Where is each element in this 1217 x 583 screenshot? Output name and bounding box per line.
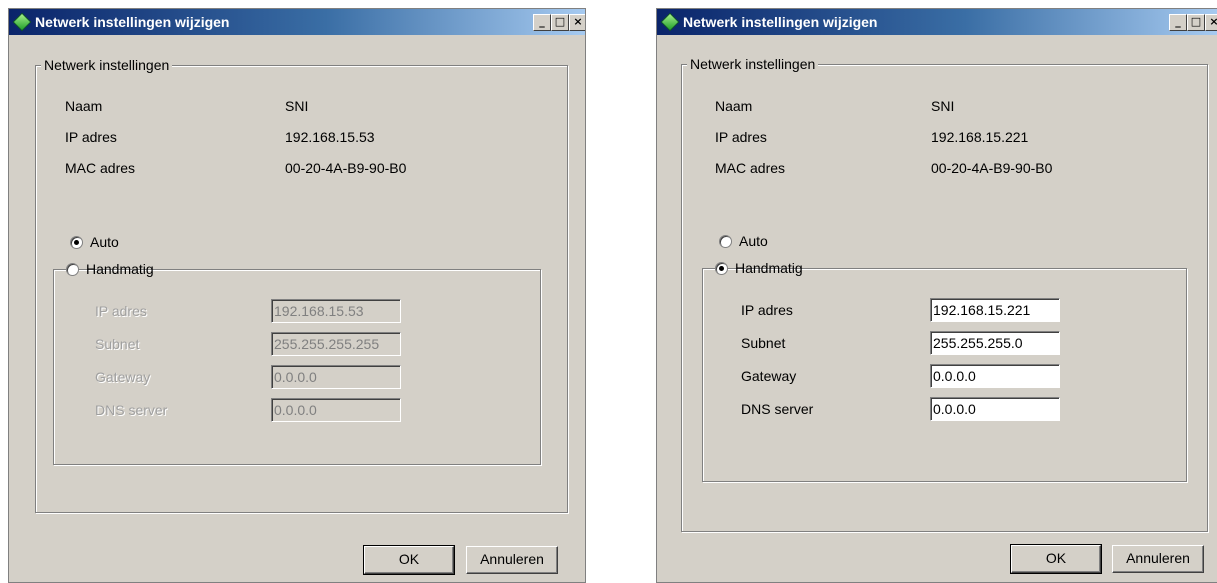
- diamond-icon: [12, 12, 32, 32]
- close-icon[interactable]: ×: [1205, 14, 1217, 31]
- radio-auto[interactable]: Auto: [70, 234, 119, 252]
- name-label: Naam: [715, 98, 753, 114]
- mac-address-label: MAC adres: [65, 160, 136, 176]
- dialog-title: Netwerk instellingen wijzigen: [683, 14, 878, 30]
- manual-ip-input[interactable]: 192.168.15.53: [271, 299, 401, 323]
- mac-address-label: MAC adres: [715, 160, 786, 176]
- radio-manual[interactable]: Handmatig: [66, 261, 154, 279]
- ok-button[interactable]: OK: [363, 545, 455, 575]
- manual-settings-group: Handmatig IP adres 192.168.15.53 Subnet …: [53, 261, 541, 465]
- radio-auto-label: Auto: [90, 234, 119, 250]
- mac-address-value: 00-20-4A-B9-90-B0: [285, 160, 407, 176]
- manual-subnet-label: Subnet: [95, 336, 140, 352]
- cancel-button[interactable]: Annuleren: [1112, 545, 1204, 573]
- radio-manual-label: Handmatig: [735, 260, 803, 276]
- cancel-button[interactable]: Annuleren: [466, 546, 558, 574]
- name-value: SNI: [931, 98, 955, 114]
- radio-manual[interactable]: Handmatig: [715, 260, 803, 278]
- manual-ip-label: IP adres: [741, 302, 793, 318]
- minimize-icon[interactable]: _: [533, 14, 551, 31]
- manual-gateway-label: Gateway: [95, 369, 151, 385]
- dialog-title: Netwerk instellingen wijzigen: [35, 14, 230, 30]
- radio-manual-button[interactable]: [66, 263, 79, 276]
- ip-address-label: IP adres: [715, 129, 767, 145]
- name-value: SNI: [285, 98, 309, 114]
- group-title: Netwerk instellingen: [41, 57, 173, 73]
- close-icon[interactable]: ×: [569, 14, 585, 31]
- network-settings-dialog-auto: Netwerk instellingen wijzigen _ □ × Netw…: [8, 8, 586, 583]
- ok-button[interactable]: OK: [1010, 544, 1102, 574]
- manual-dns-input[interactable]: 0.0.0.0: [271, 398, 401, 422]
- manual-settings-group: Handmatig IP adres 192.168.15.221 Subnet…: [702, 260, 1187, 482]
- radio-manual-label: Handmatig: [86, 261, 154, 277]
- manual-subnet-input[interactable]: 255.255.255.255: [271, 332, 401, 356]
- network-settings-group: Netwerk instellingen Naam SNI IP adres 1…: [681, 56, 1208, 532]
- maximize-icon[interactable]: □: [551, 14, 569, 31]
- ip-address-value: 192.168.15.221: [931, 129, 1029, 145]
- network-settings-dialog-manual: Netwerk instellingen wijzigen _ □ × Netw…: [656, 8, 1217, 583]
- manual-subnet-input[interactable]: 255.255.255.0: [930, 331, 1060, 355]
- manual-gateway-input[interactable]: 0.0.0.0: [930, 364, 1060, 388]
- manual-dns-label: DNS server: [95, 402, 168, 418]
- manual-gateway-label: Gateway: [741, 368, 797, 384]
- manual-ip-input[interactable]: 192.168.15.221: [930, 298, 1060, 322]
- radio-auto-label: Auto: [739, 233, 768, 249]
- network-settings-group: Netwerk instellingen Naam SNI IP adres 1…: [35, 57, 568, 513]
- manual-subnet-label: Subnet: [741, 335, 786, 351]
- name-label: Naam: [65, 98, 103, 114]
- manual-dns-input[interactable]: 0.0.0.0: [930, 397, 1060, 421]
- minimize-icon[interactable]: _: [1169, 14, 1187, 31]
- ip-address-value: 192.168.15.53: [285, 129, 375, 145]
- diamond-icon: [660, 12, 680, 32]
- title-bar[interactable]: Netwerk instellingen wijzigen _ □ ×: [9, 9, 585, 35]
- manual-gateway-input[interactable]: 0.0.0.0: [271, 365, 401, 389]
- mac-address-value: 00-20-4A-B9-90-B0: [931, 160, 1053, 176]
- radio-auto-button[interactable]: [70, 236, 83, 249]
- radio-auto-button[interactable]: [719, 235, 732, 248]
- radio-auto[interactable]: Auto: [719, 233, 768, 251]
- ip-address-label: IP adres: [65, 129, 117, 145]
- manual-dns-label: DNS server: [741, 401, 814, 417]
- title-bar[interactable]: Netwerk instellingen wijzigen _ □ ×: [657, 9, 1217, 35]
- manual-ip-label: IP adres: [95, 303, 147, 319]
- group-title: Netwerk instellingen: [687, 56, 819, 72]
- radio-manual-button[interactable]: [715, 262, 728, 275]
- maximize-icon[interactable]: □: [1187, 14, 1205, 31]
